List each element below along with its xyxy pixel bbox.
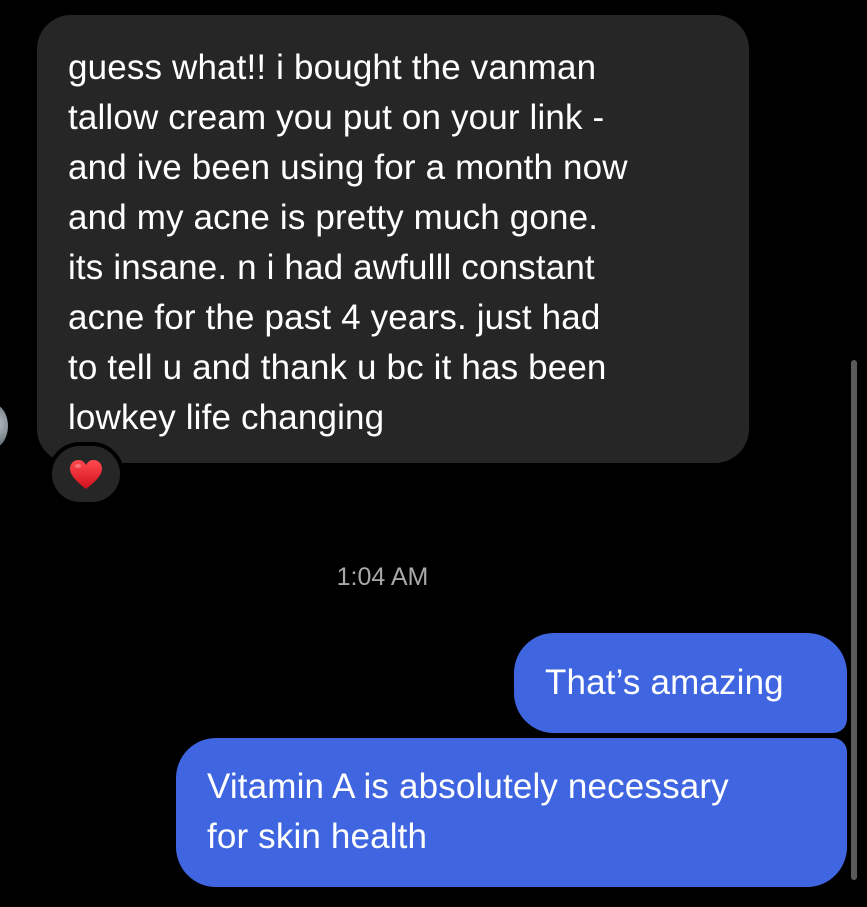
message-line: and ive been using for a month now [68, 148, 628, 187]
outgoing-message-bubble[interactable]: That’s amazing [514, 633, 847, 733]
sender-avatar[interactable] [0, 404, 8, 448]
message-line: Vitamin A is absolutely necessary [207, 767, 729, 806]
scrollbar[interactable] [851, 360, 857, 880]
message-line: for skin health [207, 817, 428, 856]
message-line: to tell u and thank u bc it has been [68, 348, 607, 387]
message-line: acne for the past 4 years. just had [68, 298, 601, 337]
message-line: lowkey life changing [68, 398, 385, 437]
message-line: tallow cream you put on your link - [68, 98, 605, 137]
incoming-message-bubble[interactable]: guess what!! i bought the vanman tallow … [37, 15, 749, 463]
message-line: That’s amazing [545, 663, 784, 702]
message-line: guess what!! i bought the vanman [68, 48, 597, 87]
heart-icon [70, 459, 102, 489]
message-line: and my acne is pretty much gone. [68, 198, 599, 237]
outgoing-message-bubble[interactable]: Vitamin A is absolutely necessary for sk… [176, 738, 847, 887]
message-timestamp: 1:04 AM [336, 563, 429, 591]
message-line: its insane. n i had awfulll constant [68, 248, 595, 287]
message-reaction[interactable] [48, 442, 124, 506]
